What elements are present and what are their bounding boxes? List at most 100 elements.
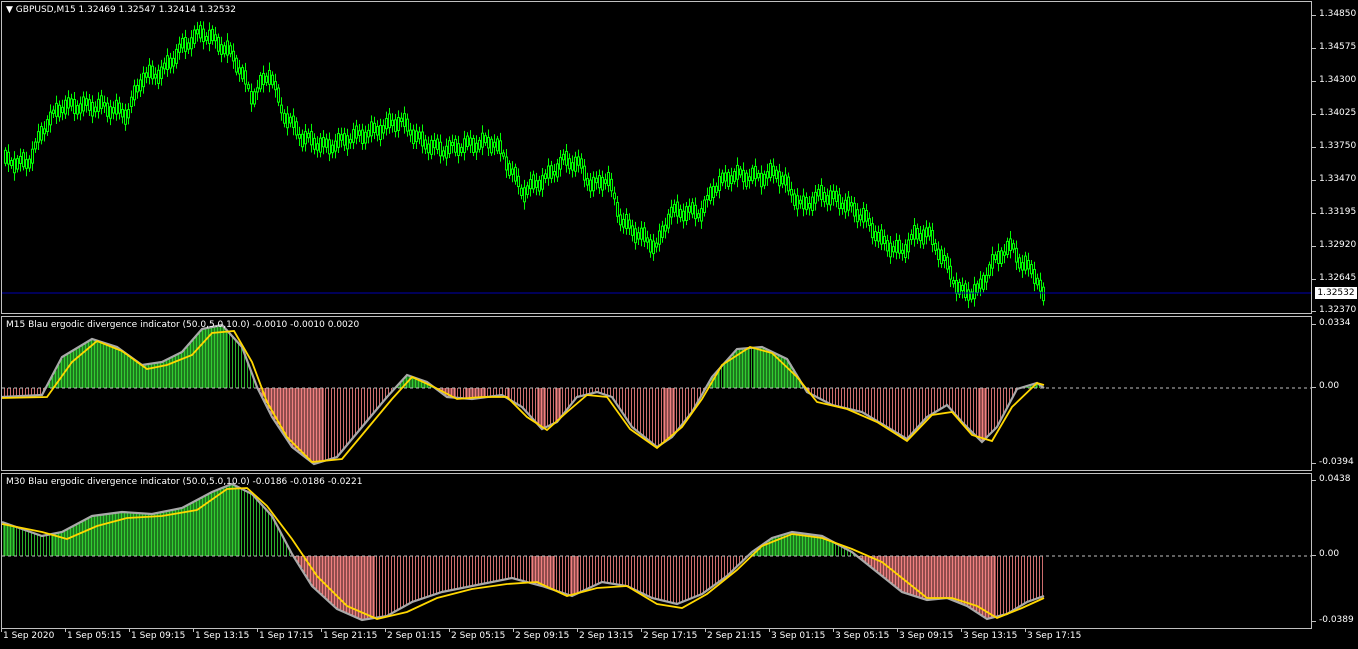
price-axis-tick-mark (1312, 246, 1316, 247)
candle (754, 158, 757, 187)
candle (232, 43, 235, 69)
candle (766, 163, 769, 186)
candle (19, 148, 22, 172)
candle (484, 132, 487, 146)
candle (673, 199, 676, 218)
candle (823, 186, 826, 208)
candle (322, 130, 325, 155)
candle (67, 90, 70, 116)
candle (376, 120, 379, 142)
candle (295, 117, 298, 140)
candle (598, 169, 601, 194)
candle (268, 62, 271, 93)
candle (838, 187, 841, 216)
candle (4, 147, 7, 167)
candle (607, 165, 610, 193)
candle (781, 171, 784, 189)
indicator-m15-chart (2, 323, 1311, 466)
ind1-axis-tick-label: 0.00 (1319, 381, 1340, 391)
candle (301, 129, 304, 152)
price-axis-tick-label: 1.32645 (1319, 273, 1357, 283)
candle (469, 130, 472, 154)
indicator-panel-m15[interactable]: M15 Blau ergodic divergence indicator (5… (1, 316, 1312, 471)
candle (82, 91, 85, 117)
collapse-arrow-icon[interactable]: ▼ (6, 5, 13, 15)
time-axis-label: 3 Sep 09:15 (899, 631, 954, 641)
candle (250, 83, 253, 112)
candle (907, 232, 910, 260)
candle (829, 185, 832, 211)
candle (457, 135, 460, 164)
candle (283, 109, 286, 128)
candle (799, 195, 802, 209)
candle (997, 243, 1000, 272)
candle (91, 95, 94, 124)
candle (472, 134, 475, 157)
indicator-m30-chart (2, 482, 1311, 622)
candle (139, 73, 142, 97)
candle (748, 168, 751, 189)
candle (979, 271, 982, 297)
candle (715, 182, 718, 197)
time-axis-tick (129, 629, 130, 632)
candle (553, 163, 556, 183)
candle (355, 119, 358, 145)
candle (337, 127, 340, 154)
ind2-axis-tick-label: 0.00 (1319, 549, 1340, 559)
candle (613, 186, 616, 206)
candle (676, 194, 679, 224)
candle (529, 171, 532, 197)
candle (46, 115, 49, 136)
price-chart-panel[interactable]: ▼ GBPUSD,M15 1.32469 1.32547 1.32414 1.3… (1, 1, 1312, 314)
indicator-m30-axis: 0.0438 0.00 -0.0389 (1312, 473, 1358, 629)
candle (181, 33, 184, 53)
candle (97, 92, 100, 119)
candle (655, 237, 658, 253)
candle (1030, 260, 1033, 279)
indicator-panel-m30[interactable]: M30 Blau ergodic divergence indicator (5… (1, 473, 1312, 629)
candle (136, 78, 139, 99)
candle (280, 97, 283, 121)
price-axis: 1.34850 1.34575 1.34300 1.34025 1.33750 1.334… (1312, 1, 1358, 315)
candle (508, 160, 511, 179)
candle (385, 111, 388, 136)
candle (919, 226, 922, 249)
candle (937, 241, 940, 268)
candle (358, 124, 361, 143)
candle (742, 162, 745, 190)
candle (148, 58, 151, 85)
candle (835, 185, 838, 208)
ind2-axis-tick-mark (1312, 621, 1316, 622)
candle (832, 184, 835, 206)
ind1-axis-tick-label: -0.0394 (1319, 457, 1354, 467)
candle (970, 288, 973, 303)
candle (406, 113, 409, 137)
candle (115, 93, 118, 121)
candle (505, 149, 508, 178)
price-axis-tick-label: 1.33750 (1319, 141, 1357, 151)
candle (124, 103, 127, 131)
candle (1006, 237, 1009, 259)
candle (361, 123, 364, 150)
candle (70, 93, 73, 112)
candle (691, 198, 694, 219)
candle (220, 36, 223, 63)
price-axis-tick-mark (1312, 311, 1316, 312)
candle (1021, 254, 1024, 278)
candle (307, 128, 310, 143)
candle (895, 233, 898, 260)
candle (169, 52, 172, 74)
time-axis: 1 Sep 2020 1 Sep 05:15 1 Sep 09:15 1 Sep 13… (0, 629, 1358, 649)
candle (625, 208, 628, 235)
candle (187, 38, 190, 55)
candle (28, 155, 31, 172)
time-axis-tick (961, 629, 962, 632)
candle (763, 170, 766, 190)
candle (487, 129, 490, 156)
candle (787, 172, 790, 196)
candle (886, 234, 889, 257)
candle (745, 169, 748, 190)
ind1-axis-tick-mark (1312, 463, 1316, 464)
candle (544, 169, 547, 184)
candle (985, 267, 988, 291)
